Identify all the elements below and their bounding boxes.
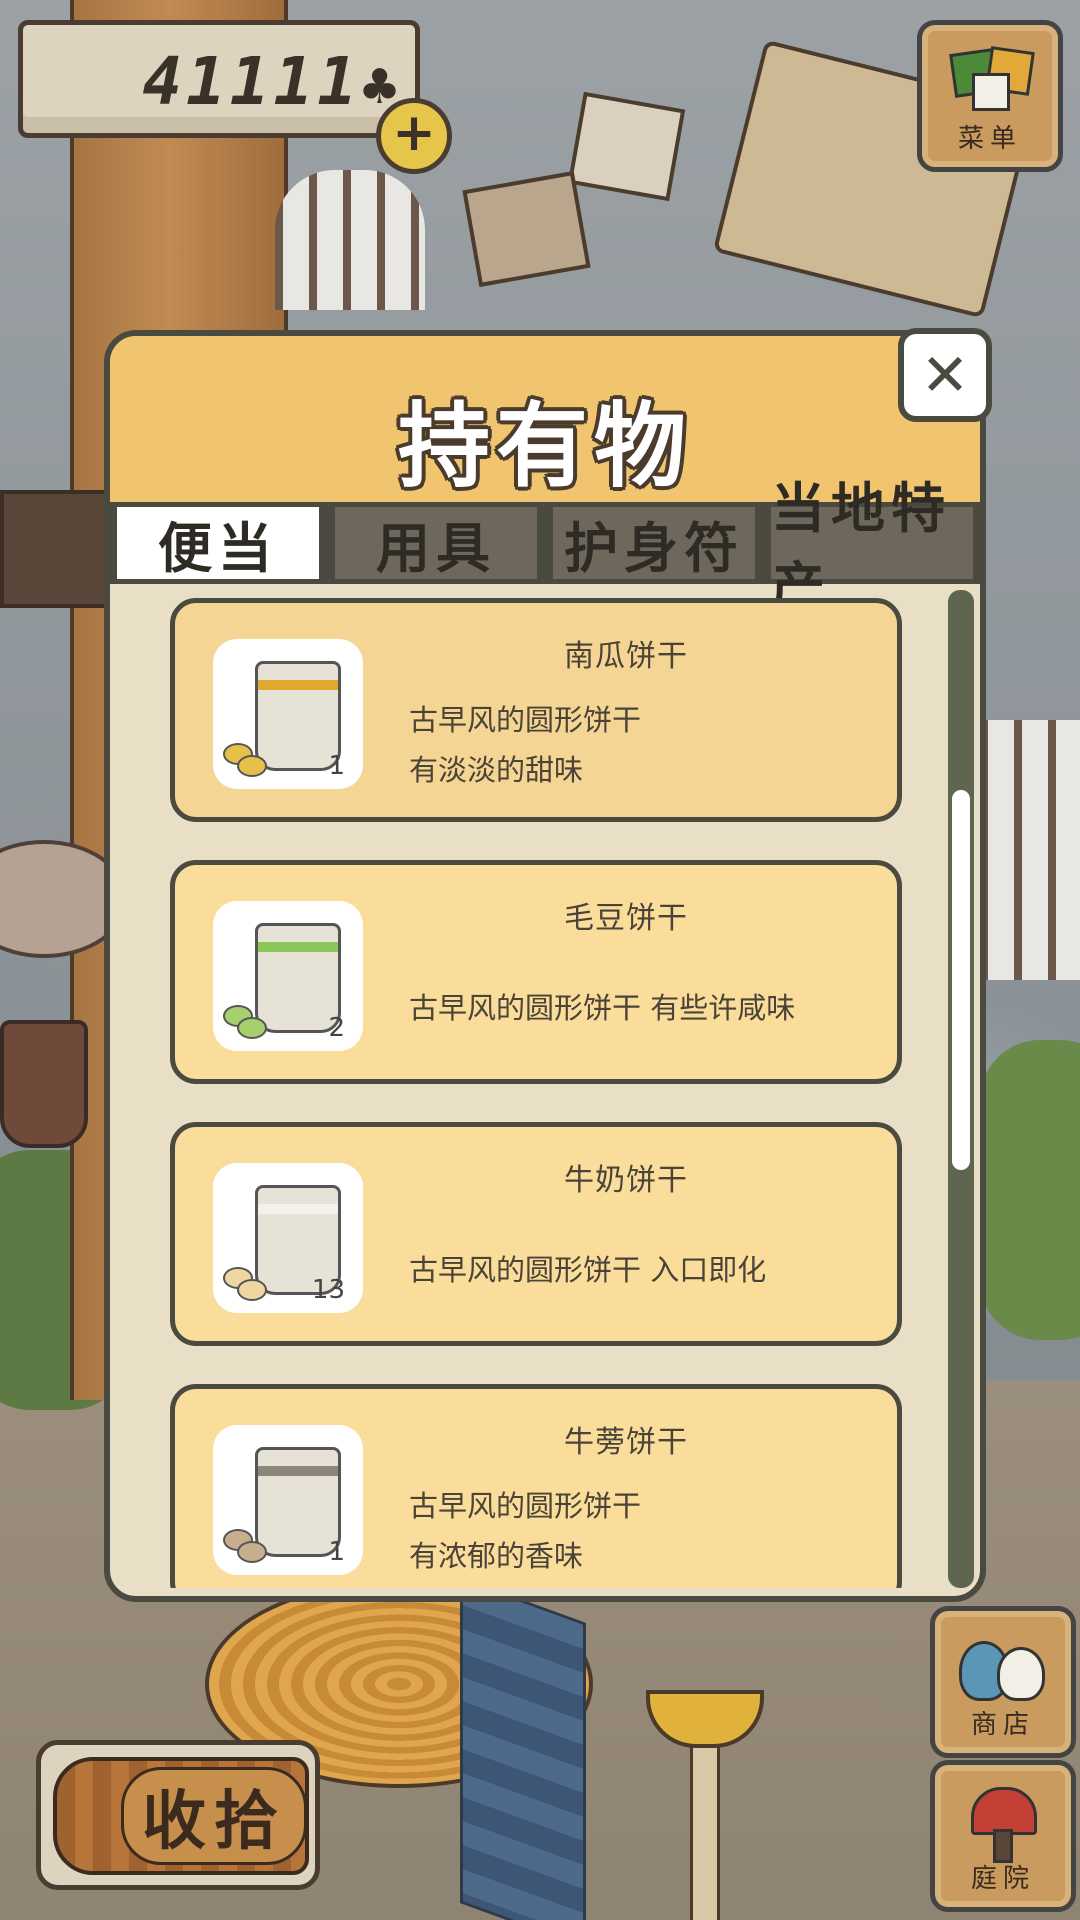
mailbox-icon: [967, 1787, 1039, 1863]
item-description: 古早风的圆形饼干 入口即化: [409, 1253, 767, 1287]
cookie-bag-icon: 13: [213, 1163, 363, 1313]
tidy-up-button[interactable]: 收拾: [36, 1740, 320, 1890]
clover-counter: 41111 ♣: [18, 20, 420, 138]
cookie-icon: [237, 1541, 267, 1563]
clover-count: 41111: [142, 43, 361, 120]
list-item[interactable]: 1 南瓜饼干 古早风的圆形饼干 有淡淡的甜味: [170, 598, 902, 822]
tab-tools[interactable]: 用具: [330, 502, 542, 584]
scrollbar-track[interactable]: [948, 590, 974, 1588]
item-quantity: 2: [328, 1013, 345, 1043]
cookie-bag-icon: 2: [213, 901, 363, 1051]
shop-label: 商店: [970, 1710, 1035, 1740]
tab-charms[interactable]: 护身符: [548, 502, 760, 584]
menu-label: 菜单: [957, 124, 1022, 154]
wall-note: [462, 170, 591, 288]
cookie-icon: [237, 1017, 267, 1039]
grass-patch-right: [980, 1040, 1080, 1340]
menu-icon: [949, 46, 1035, 111]
close-button[interactable]: ✕: [898, 328, 992, 422]
tidy-up-label: 收拾: [121, 1767, 307, 1865]
folding-chair: [460, 1577, 586, 1920]
category-tabs: 便当 用具 护身符 当地特产: [110, 477, 980, 619]
item-name: 毛豆饼干: [564, 901, 688, 936]
item-description: 古早风的圆形饼干 有淡淡的甜味: [409, 703, 642, 787]
item-name: 牛蒡饼干: [564, 1425, 688, 1460]
bag-band: [258, 680, 338, 690]
item-quantity: 1: [328, 751, 345, 781]
yard-label: 庭院: [970, 1864, 1035, 1894]
cookie-icon: [237, 755, 267, 777]
shop-bags-icon: [959, 1631, 1047, 1701]
item-quantity: 1: [328, 1537, 345, 1567]
add-clover-button[interactable]: +: [376, 98, 452, 174]
item-name: 南瓜饼干: [564, 639, 688, 674]
list-item[interactable]: 1 牛蒡饼干 古早风的圆形饼干 有浓郁的香味: [170, 1384, 902, 1588]
bag-band: [258, 942, 338, 952]
tab-lunch[interactable]: 便当: [112, 502, 324, 584]
window-right: [980, 720, 1080, 980]
wall-note: [567, 91, 686, 202]
bag-band: [258, 1204, 338, 1214]
cookie-icon: [237, 1279, 267, 1301]
yard-button[interactable]: 庭院: [930, 1760, 1076, 1912]
clay-pot: [0, 1020, 88, 1148]
list-item[interactable]: 2 毛豆饼干 古早风的圆形饼干 有些许咸味: [170, 860, 902, 1084]
menu-button[interactable]: 菜单: [917, 20, 1063, 172]
item-name: 牛奶饼干: [564, 1163, 688, 1198]
cookie-bag-icon: 1: [213, 1425, 363, 1575]
scrollbar-thumb[interactable]: [952, 790, 970, 1170]
tab-local-specialty[interactable]: 当地特产: [766, 477, 978, 619]
shop-button[interactable]: 商店: [930, 1606, 1076, 1758]
list-item[interactable]: 13 牛奶饼干 古早风的圆形饼干 入口即化: [170, 1122, 902, 1346]
item-description: 古早风的圆形饼干 有浓郁的香味: [409, 1489, 642, 1573]
window: [275, 170, 425, 310]
inventory-dialog: 持有物 便当 用具 护身符 当地特产 1 南瓜饼干 古早风的圆形饼干 有淡淡的甜…: [104, 330, 986, 1602]
item-description: 古早风的圆形饼干 有些许咸味: [409, 991, 796, 1025]
cookie-bag-icon: 1: [213, 639, 363, 789]
bag-band: [258, 1466, 338, 1476]
item-list[interactable]: 1 南瓜饼干 古早风的圆形饼干 有淡淡的甜味 2 毛豆饼干 古早风的圆形饼干 有…: [170, 598, 910, 1588]
item-quantity: 13: [311, 1275, 345, 1305]
